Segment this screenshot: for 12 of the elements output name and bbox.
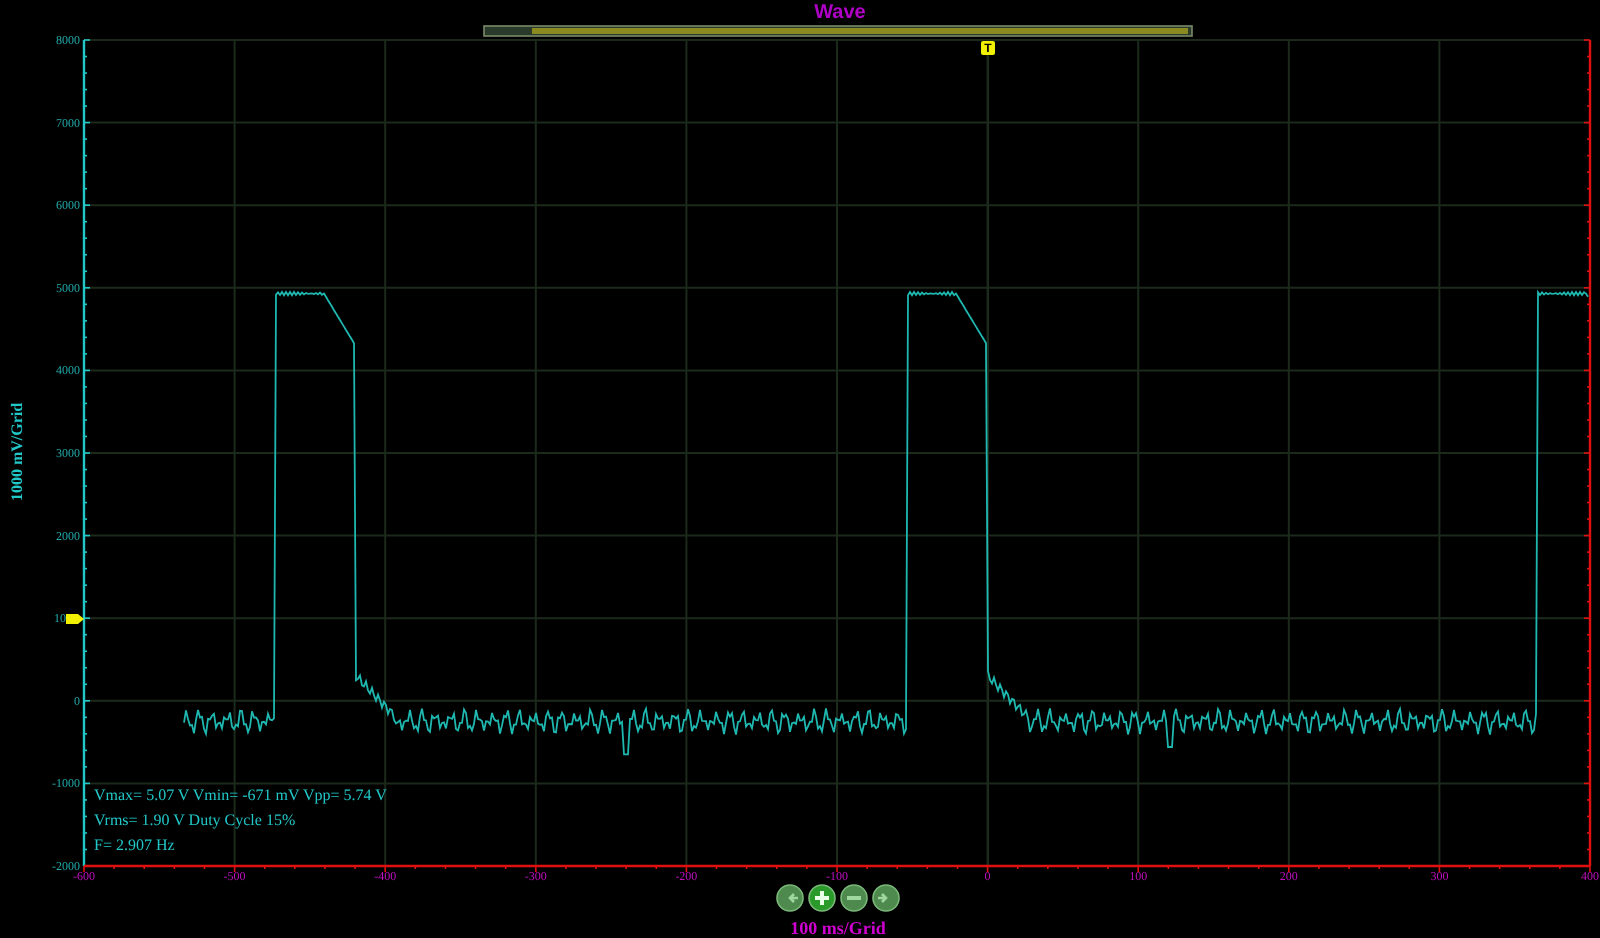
level-marker[interactable] [66, 614, 84, 624]
chart-title: Wave [814, 2, 866, 24]
measurement-text: Vrms= 1.90 V Duty Cycle 15% [94, 811, 296, 829]
y-axis-label: 1000 mV/Grid [8, 402, 26, 502]
zoom-in-button[interactable] [808, 884, 836, 912]
measurement-text: F= 2.907 Hz [94, 836, 175, 854]
scroll-bar[interactable] [483, 25, 1193, 37]
x-axis-label: 100 ms/Grid [790, 918, 886, 938]
pan-right-button[interactable] [872, 884, 900, 912]
measurement-text: Vmax= 5.07 V Vmin= -671 mV Vpp= 5.74 V [94, 786, 387, 804]
pan-left-button[interactable] [776, 884, 804, 912]
zoom-out-button[interactable] [840, 884, 868, 912]
